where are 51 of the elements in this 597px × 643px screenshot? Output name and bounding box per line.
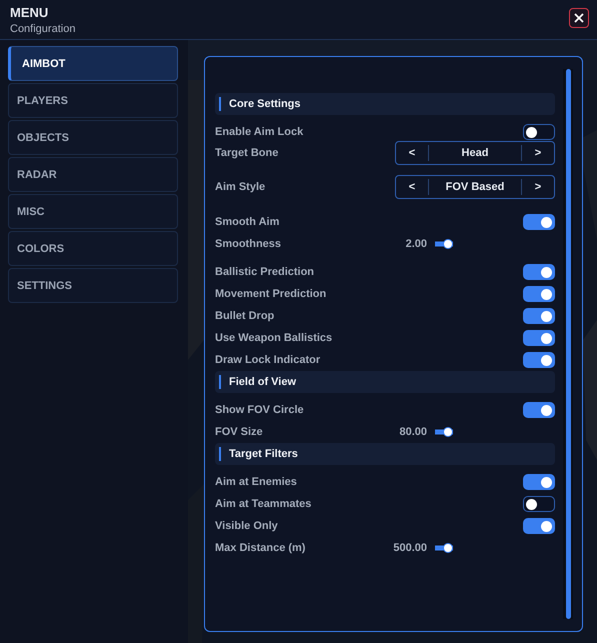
previous-button[interactable]: < — [396, 176, 428, 198]
setting-label: Visible Only — [215, 520, 279, 532]
next-button[interactable]: > — [522, 176, 554, 198]
setting-label: Draw Lock Indicator — [215, 354, 322, 366]
section-title: Field of View — [229, 376, 296, 388]
selected-value: FOV Based — [428, 179, 522, 195]
slider-value: 80.00 — [399, 426, 427, 438]
setting-label: Max Distance (m) — [215, 542, 306, 554]
close-icon — [574, 13, 584, 23]
selected-value: Head — [428, 145, 522, 161]
window-subtitle: Configuration — [10, 22, 76, 36]
section-title: Core Settings — [229, 98, 301, 110]
section-title: Target Filters — [229, 448, 298, 460]
sidebar-tab[interactable]: COLORS — [8, 231, 178, 266]
setting-label: Bullet Drop — [215, 310, 276, 322]
setting-label: Aim Style — [215, 180, 266, 193]
toggle-switch[interactable] — [523, 308, 555, 324]
previous-button[interactable]: < — [396, 142, 428, 164]
scrollbar[interactable] — [566, 69, 570, 619]
toggle-switch[interactable] — [523, 286, 555, 302]
toggle-switch[interactable] — [523, 352, 555, 368]
setting-label: Aim at Enemies — [215, 476, 298, 488]
toggle-switch[interactable] — [523, 264, 555, 280]
sidebar-tab[interactable]: RADAR — [8, 157, 178, 192]
toggle-switch[interactable] — [523, 496, 555, 512]
setting-label: Use Weapon Ballistics — [215, 332, 334, 344]
setting-label: FOV Size — [215, 426, 264, 438]
toggle-switch[interactable] — [523, 474, 555, 490]
toggle-switch[interactable] — [523, 124, 555, 140]
setting-label: Ballistic Prediction — [215, 266, 316, 278]
toggle-switch[interactable] — [523, 330, 555, 346]
toggle-switch[interactable] — [523, 518, 555, 534]
window-title: MENU — [10, 6, 50, 20]
sidebar-tab[interactable]: OBJECTS — [8, 120, 178, 155]
sidebar-tab[interactable]: AIMBOT — [8, 46, 178, 81]
sidebar-tab[interactable]: SETTINGS — [8, 268, 178, 303]
sidebar-tab[interactable]: MISC — [8, 194, 178, 229]
sidebar-tab[interactable]: PLAYERS — [8, 83, 178, 118]
toggle-switch[interactable] — [523, 214, 555, 230]
setting-label: Aim at Teammates — [215, 498, 312, 510]
next-button[interactable]: > — [522, 142, 554, 164]
setting-label: Movement Prediction — [215, 288, 328, 300]
setting-label: Enable Aim Lock — [215, 126, 304, 138]
setting-label: Smoothness — [215, 238, 282, 250]
setting-label: Show FOV Circle — [215, 404, 305, 416]
toggle-switch[interactable] — [523, 402, 555, 418]
setting-label: Smooth Aim — [215, 216, 280, 228]
slider-value: 500.00 — [393, 542, 427, 554]
setting-label: Target Bone — [215, 146, 280, 159]
slider-value: 2.00 — [406, 238, 427, 250]
close-button[interactable] — [569, 8, 589, 28]
